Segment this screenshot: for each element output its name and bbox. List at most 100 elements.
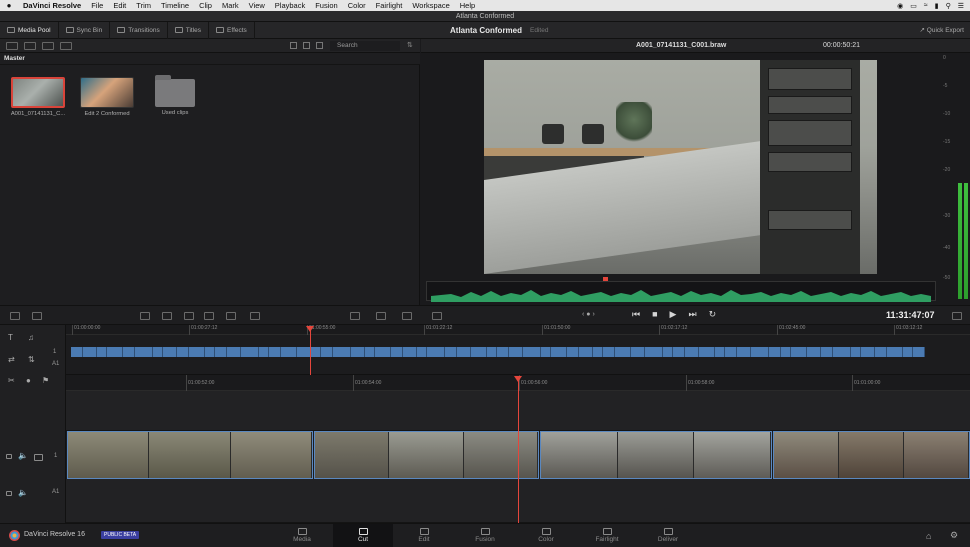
apple-icon[interactable]: ● <box>0 1 18 10</box>
timeline-clip-segment[interactable] <box>523 347 541 357</box>
safe-area-icon[interactable] <box>350 312 360 320</box>
timeline-clip-segment[interactable] <box>497 347 509 357</box>
timeline-clip-segment[interactable] <box>321 347 333 357</box>
camera-icon[interactable]: ◉ <box>897 2 903 10</box>
menu-mark[interactable]: Mark <box>217 1 244 10</box>
timeline-clip-segment[interactable] <box>725 347 737 357</box>
timeline-clip-segment[interactable] <box>227 347 241 357</box>
menu-workspace[interactable]: Workspace <box>407 1 454 10</box>
home-icon[interactable]: ⌂ <box>926 531 931 541</box>
timeline-clip-segment[interactable] <box>673 347 685 357</box>
bin-list-icon[interactable] <box>6 41 18 50</box>
options-menu-icon[interactable] <box>952 312 962 320</box>
menu-list-icon[interactable]: ☰ <box>958 2 964 10</box>
timeline-clip-segment[interactable] <box>457 347 471 357</box>
clip-item[interactable]: A001_07141131_C... <box>8 77 68 117</box>
new-bin-icon[interactable] <box>42 41 54 50</box>
timeline-clip-segment[interactable] <box>579 347 593 357</box>
folder-icon[interactable] <box>155 75 195 107</box>
effects-button[interactable]: Effects <box>209 21 255 39</box>
metadata-view-icon[interactable] <box>316 42 323 49</box>
menu-clip[interactable]: Clip <box>194 1 217 10</box>
timeline-clip-segment[interactable] <box>821 347 833 357</box>
timeline-clip[interactable] <box>540 431 772 479</box>
timeline-clip-segment[interactable] <box>807 347 821 357</box>
menu-file[interactable]: File <box>86 1 108 10</box>
import-icon[interactable] <box>24 41 36 50</box>
transitions-button[interactable]: Transitions <box>110 21 168 39</box>
viewer-mode-icon[interactable] <box>376 312 386 320</box>
timeline-clip-segment[interactable] <box>241 347 259 357</box>
timeline-clip-segment[interactable] <box>861 347 875 357</box>
skip-forward-icon[interactable]: ⏭ <box>688 309 696 320</box>
link-icon[interactable]: ⇄ <box>8 355 15 364</box>
timeline-clip-segment[interactable] <box>913 347 925 357</box>
timeline-clip-segment[interactable] <box>417 347 427 357</box>
timeline-clip-segment[interactable] <box>663 347 673 357</box>
timeline-clip-segment[interactable] <box>541 347 551 357</box>
audio-lock-icon[interactable] <box>6 491 12 496</box>
menu-playback[interactable]: Playback <box>270 1 310 10</box>
timeline-clip-segment[interactable] <box>107 347 123 357</box>
timeline-clip-segment[interactable] <box>487 347 497 357</box>
timeline-item[interactable]: Edit 2 Conformed <box>77 77 137 117</box>
source-overwrite-icon[interactable] <box>250 312 260 320</box>
timeline-clip-segment[interactable] <box>163 347 177 357</box>
timeline-clip[interactable] <box>314 431 539 479</box>
timeline-clip-segment[interactable] <box>903 347 913 357</box>
timeline-clip-segment[interactable] <box>645 347 663 357</box>
timeline-clip-segment[interactable] <box>259 347 269 357</box>
skip-back-icon[interactable]: ⏮ <box>632 309 640 320</box>
timeline-clip-segment[interactable] <box>351 347 365 357</box>
timeline-clip-segment[interactable] <box>391 347 403 357</box>
media-pool-button[interactable]: Media Pool <box>0 21 59 39</box>
video-monitor-icon[interactable] <box>34 454 43 461</box>
tab-fairlight[interactable]: Fairlight <box>577 524 637 547</box>
menu-help[interactable]: Help <box>455 1 480 10</box>
menu-timeline[interactable]: Timeline <box>156 1 194 10</box>
folder-item[interactable]: Used clips <box>145 75 205 116</box>
timeline-clip-segment[interactable] <box>135 347 153 357</box>
timeline-clip-segment[interactable] <box>83 347 97 357</box>
airplay-icon[interactable]: ▭ <box>910 2 917 10</box>
viewer[interactable] <box>421 53 941 303</box>
timeline-clip-segment[interactable] <box>603 347 615 357</box>
play-icon[interactable]: ▶ <box>670 309 677 320</box>
timeline-clip-segment[interactable] <box>205 347 215 357</box>
timeline-clip-segment[interactable] <box>781 347 791 357</box>
close-up-icon[interactable] <box>204 312 214 320</box>
timeline-options-icon[interactable] <box>10 312 20 320</box>
clip-thumbnail[interactable] <box>11 77 65 108</box>
sort-icon[interactable]: ⇅ <box>407 41 413 49</box>
timeline-clip-segment[interactable] <box>875 347 887 357</box>
menu-color[interactable]: Color <box>343 1 371 10</box>
razor-icon[interactable]: ✂ <box>8 376 15 385</box>
timeline-thumbnail[interactable] <box>80 77 134 108</box>
upper-ruler[interactable]: 01:00:00:00 01:00:27:12 01:00:55:00 01:0… <box>66 325 970 335</box>
timeline-clip-segment[interactable] <box>471 347 487 357</box>
trim-icon[interactable] <box>432 312 442 320</box>
timeline-clip-segment[interactable] <box>699 347 715 357</box>
timeline-clip-segment[interactable] <box>615 347 631 357</box>
video-audio-icon[interactable]: 🔈 <box>18 451 28 460</box>
tab-cut[interactable]: Cut <box>333 524 393 547</box>
blade-icon[interactable] <box>32 312 42 320</box>
wifi-icon[interactable]: ≈ <box>924 2 928 10</box>
timeline-clip-segment[interactable] <box>833 347 851 357</box>
audio-scrub-bar[interactable] <box>426 281 936 302</box>
timeline-clip-segment[interactable] <box>153 347 163 357</box>
tab-edit[interactable]: Edit <box>394 524 454 547</box>
timeline-clip-segment[interactable] <box>71 347 83 357</box>
flag-icon[interactable]: ⚑ <box>42 376 49 385</box>
timeline-clip-segment[interactable] <box>281 347 297 357</box>
timeline-clip-segment[interactable] <box>685 347 699 357</box>
tab-color[interactable]: Color <box>516 524 576 547</box>
video-lock-icon[interactable] <box>6 454 12 459</box>
jog-control[interactable]: ‹ ● › <box>582 311 595 318</box>
timeline-clip-segment[interactable] <box>567 347 579 357</box>
battery-icon[interactable]: ▮ <box>935 2 939 10</box>
timeline-clip-segment[interactable] <box>445 347 457 357</box>
timeline-clip-segment[interactable] <box>123 347 135 357</box>
timeline-clip-segment[interactable] <box>427 347 445 357</box>
lower-timeline[interactable]: ✂ ● ⚑ 🔈 1 🔈 A1 01:00:52:00 01:00:54:00 0… <box>0 375 970 523</box>
